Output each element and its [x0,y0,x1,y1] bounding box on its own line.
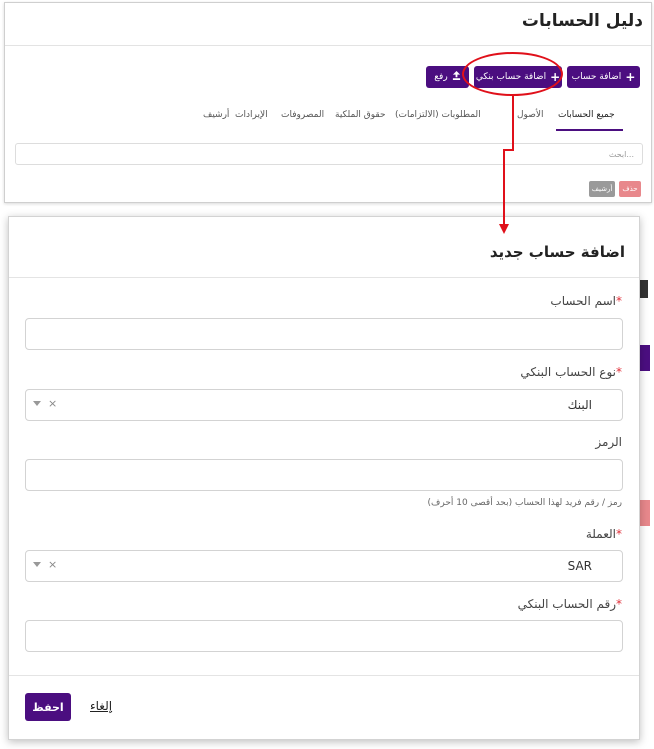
tab-liabilities[interactable]: المطلوبات (الالتزامات) [395,110,481,120]
clear-icon[interactable]: × [48,397,57,410]
modal-title: اضافة حساب جديد [489,243,625,261]
chevron-down-icon[interactable] [33,401,41,406]
account-name-label: اسم الحساب* [550,294,622,308]
tab-assets[interactable]: الأصول [517,110,543,120]
code-label: الرمز [595,435,622,449]
tab-equity[interactable]: حقوق الملكية [335,110,386,120]
annotation-circle [462,52,563,96]
upload-label: رفع [434,72,448,82]
code-help-text: رمز / رقم فريد لهذا الحساب (بحد أقصى 10 … [427,498,622,508]
background-button [640,345,650,371]
save-label: احفظ [32,700,64,714]
accounts-page-panel: دليل الحسابات اضافة حساب + اضافة حساب بن… [4,2,652,203]
tab-all-accounts[interactable]: جميع الحسابات [558,110,615,120]
tab-expenses[interactable]: المصروفات [281,110,324,120]
cancel-link[interactable]: إلغاء [90,699,112,713]
add-account-label: اضافة حساب [571,72,622,82]
add-account-button[interactable]: اضافة حساب + [567,66,640,88]
required-mark: * [616,597,622,611]
currency-value: SAR [567,559,592,573]
divider [9,277,639,278]
archive-label: أرشيف [591,185,613,193]
add-account-modal: اضافة حساب جديد اسم الحساب* نوع الحساب ا… [8,216,640,740]
currency-label-text: العملة [585,527,616,541]
bank-account-number-input[interactable] [25,620,623,652]
bank-account-type-value: البنك [567,398,592,412]
bank-account-type-label: نوع الحساب البنكي* [520,365,622,379]
required-mark: * [616,365,622,379]
required-mark: * [616,527,622,541]
tab-revenues[interactable]: الإيرادات [235,110,268,120]
code-input[interactable] [25,459,623,491]
search-placeholder: ابحث... [608,149,634,159]
bank-account-type-label-text: نوع الحساب البنكي [520,365,616,379]
active-tab-indicator [556,129,623,131]
bulk-delete-button[interactable]: حذف [619,181,641,197]
account-name-input[interactable] [25,318,623,350]
bank-account-type-select[interactable]: البنك × [25,389,623,421]
upload-icon [452,71,461,83]
plus-icon: + [625,70,636,84]
background-element [640,280,648,298]
code-label-text: الرمز [595,435,622,449]
save-button[interactable]: احفظ [25,693,71,721]
required-mark: * [616,294,622,308]
currency-select[interactable]: SAR × [25,550,623,582]
tab-archive[interactable]: أرشيف [203,110,229,120]
chevron-down-icon[interactable] [33,562,41,567]
delete-label: حذف [622,185,638,193]
background-button [640,500,650,526]
bank-account-number-label-text: رقم الحساب البنكي [517,597,616,611]
divider [5,45,651,46]
bank-account-number-label: رقم الحساب البنكي* [518,597,622,611]
clear-icon[interactable]: × [48,558,57,571]
divider [9,675,639,676]
currency-label: العملة* [586,527,622,541]
page-title: دليل الحسابات [521,11,643,31]
bulk-archive-button[interactable]: أرشيف [589,181,615,197]
search-input[interactable]: ابحث... [15,143,643,165]
account-name-label-text: اسم الحساب [550,294,616,308]
